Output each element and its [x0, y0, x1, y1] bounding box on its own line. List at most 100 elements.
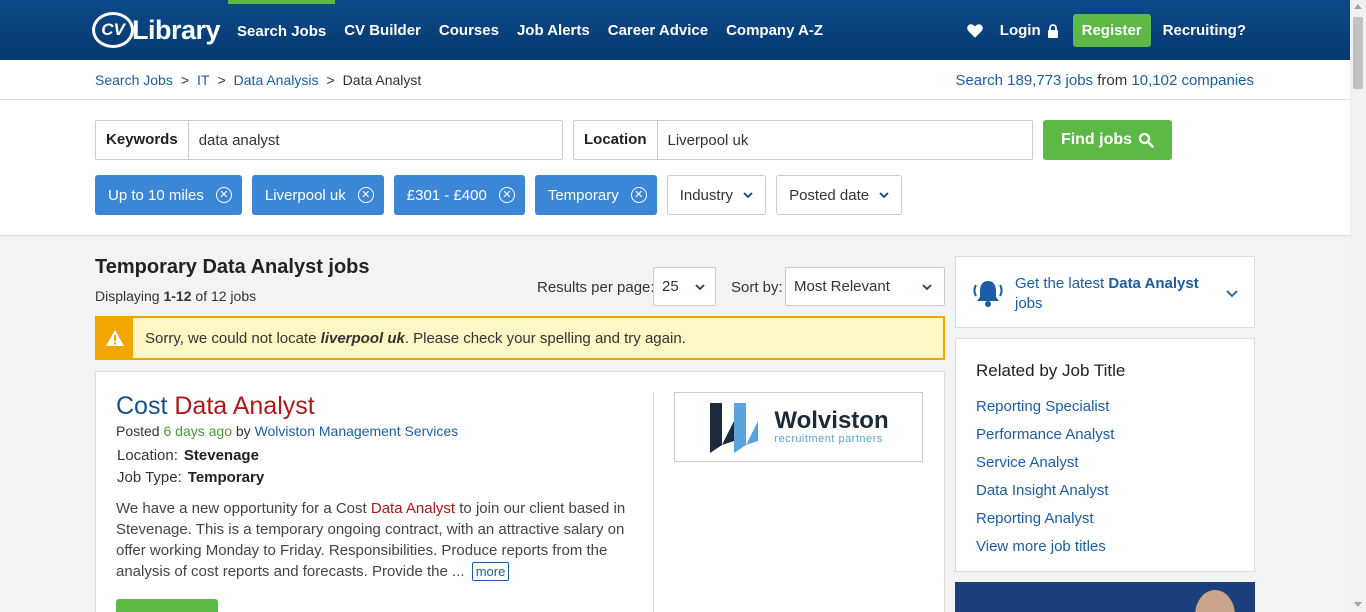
desc-pre: We have a new opportunity for a Cost	[116, 500, 367, 517]
breadcrumb-it[interactable]: IT	[197, 72, 209, 88]
chevron-down-icon	[879, 192, 889, 199]
scroll-up-arrow-icon[interactable]	[1354, 4, 1362, 9]
keywords-field: Keywords	[95, 120, 563, 160]
remove-filter-icon[interactable]: ✕	[357, 187, 374, 203]
remove-filter-icon[interactable]: ✕	[630, 187, 647, 203]
heart-icon[interactable]	[966, 22, 984, 40]
stats-jobs-link[interactable]: 189,773 jobs	[1007, 72, 1093, 89]
location-input[interactable]	[657, 121, 1032, 159]
filter-chip-distance[interactable]: Up to 10 miles ✕	[95, 175, 242, 215]
breadcrumb-search-jobs[interactable]: Search Jobs	[95, 72, 173, 88]
nav-career-advice[interactable]: Career Advice	[599, 0, 717, 60]
filter-chip-location[interactable]: Liverpool uk ✕	[251, 175, 384, 215]
wolviston-logo-mark	[710, 403, 759, 453]
keywords-input[interactable]	[188, 121, 562, 159]
job-title-part2: Data Analyst	[174, 392, 315, 420]
location-value: Stevenage	[183, 447, 259, 464]
job-alert-box[interactable]: Get the latest Data Analyst jobs	[955, 256, 1255, 328]
breadcrumb-current: Data Analyst	[342, 72, 422, 88]
recruiting-link[interactable]: Recruiting?	[1163, 22, 1246, 39]
search-panel: Keywords Location Find jobs Up to 10 mil…	[0, 100, 1350, 236]
warning-post: . Please check your spelling and try aga…	[404, 329, 686, 347]
displaying-suffix: of 12 jobs	[195, 288, 257, 304]
breadcrumb-bar: Search Jobs > IT > Data Analysis > Data …	[0, 60, 1350, 100]
remove-filter-icon[interactable]: ✕	[498, 187, 515, 203]
warning-icon	[97, 318, 133, 358]
logo-cv-mark: CV	[92, 12, 134, 48]
advert-person-image	[1195, 590, 1235, 612]
job-card: Cost Data Analyst Posted 6 days ago by W…	[95, 371, 945, 612]
location-label: Location:	[117, 447, 178, 464]
breadcrumb-separator: >	[217, 72, 226, 88]
job-type-value: Temporary	[187, 469, 265, 486]
job-title-link[interactable]: Cost Data Analyst	[116, 392, 315, 421]
company-logo[interactable]: Wolviston recruitment partners	[674, 392, 923, 462]
nav-search-jobs[interactable]: Search Jobs	[228, 0, 336, 60]
scroll-down-arrow-icon[interactable]	[1354, 602, 1362, 607]
main-nav: Search Jobs CV Builder Courses Job Alert…	[228, 0, 832, 60]
posted-date-dropdown-label: Posted date	[789, 186, 870, 204]
login-label: Login	[999, 22, 1041, 39]
top-navigation-bar: CV Library Search Jobs CV Builder Course…	[0, 0, 1366, 60]
find-jobs-button[interactable]: Find jobs	[1043, 120, 1172, 160]
company-link[interactable]: Wolviston Management Services	[255, 423, 459, 439]
posted-date-dropdown[interactable]: Posted date	[776, 175, 903, 215]
page-scrollbar[interactable]	[1350, 0, 1366, 612]
job-alert-text: Get the latest Data Analyst jobs	[1015, 274, 1215, 314]
posted-ago: 6 days ago	[163, 423, 232, 439]
job-type-row: Job Type: Temporary	[117, 469, 264, 486]
related-links: Reporting Specialist Performance Analyst…	[976, 393, 1114, 561]
results-per-page-label: Results per page:	[537, 279, 655, 296]
scrollbar-thumb[interactable]	[1353, 17, 1363, 89]
related-link[interactable]: Performance Analyst	[976, 421, 1114, 449]
location-field: Location	[573, 120, 1033, 160]
breadcrumb-separator: >	[326, 72, 335, 88]
chevron-down-icon	[922, 283, 932, 290]
sort-by-value: Most Relevant	[794, 278, 890, 295]
apply-button[interactable]	[116, 599, 218, 612]
results-per-page-select[interactable]: 25	[653, 267, 716, 306]
nav-courses[interactable]: Courses	[430, 0, 508, 60]
nav-job-alerts[interactable]: Job Alerts	[508, 0, 599, 60]
job-location-row: Location: Stevenage	[117, 447, 259, 464]
cv-library-logo[interactable]: CV Library	[92, 10, 221, 50]
desc-highlight: Data Analyst	[370, 500, 456, 517]
sort-by-label: Sort by:	[731, 279, 783, 296]
filter-chip-job-type[interactable]: Temporary ✕	[534, 175, 657, 215]
warning-pre: Sorry, we could not locate	[145, 329, 317, 347]
remove-filter-icon[interactable]: ✕	[215, 187, 232, 203]
lock-icon	[1047, 23, 1058, 38]
related-link[interactable]: Reporting Analyst	[976, 505, 1114, 533]
industry-dropdown[interactable]: Industry	[666, 175, 767, 215]
location-warning: Sorry, we could not locate liverpool uk.…	[95, 316, 945, 360]
breadcrumb-separator: >	[180, 72, 190, 88]
logo-wordmark: Library	[132, 14, 221, 45]
find-jobs-label: Find jobs	[1060, 131, 1133, 148]
warning-term: liverpool uk	[320, 329, 405, 347]
advert-banner[interactable]	[955, 582, 1255, 612]
card-divider	[653, 392, 654, 612]
related-link[interactable]: Data Insight Analyst	[976, 477, 1114, 505]
displaying-range: 1-12	[163, 288, 192, 304]
register-button[interactable]: Register	[1072, 14, 1151, 47]
nav-company-a-z[interactable]: Company A-Z	[717, 0, 832, 60]
related-title: Related by Job Title	[976, 361, 1126, 380]
sort-by-select[interactable]: Most Relevant	[785, 267, 945, 306]
view-more-job-titles-link[interactable]: View more job titles	[976, 533, 1114, 561]
nav-cv-builder[interactable]: CV Builder	[335, 0, 430, 60]
related-link[interactable]: Reporting Specialist	[976, 393, 1114, 421]
job-type-label: Job Type:	[117, 469, 182, 486]
stats-companies-link[interactable]: 10,102 companies	[1131, 72, 1254, 89]
related-job-titles: Related by Job Title Reporting Specialis…	[955, 338, 1255, 572]
displaying-prefix: Displaying	[95, 288, 160, 304]
location-label: Location	[574, 121, 658, 159]
login-link[interactable]: Login	[1000, 22, 1059, 39]
chevron-down-icon[interactable]	[1226, 287, 1238, 299]
chevron-down-icon	[695, 283, 705, 290]
breadcrumb-data-analysis[interactable]: Data Analysis	[234, 72, 319, 88]
filter-chip-salary[interactable]: £301 - £400 ✕	[393, 175, 525, 215]
related-link[interactable]: Service Analyst	[976, 449, 1114, 477]
stats-prefix: Search	[955, 72, 1003, 89]
more-button[interactable]: more	[471, 562, 510, 581]
stats-mid: from	[1097, 72, 1128, 89]
